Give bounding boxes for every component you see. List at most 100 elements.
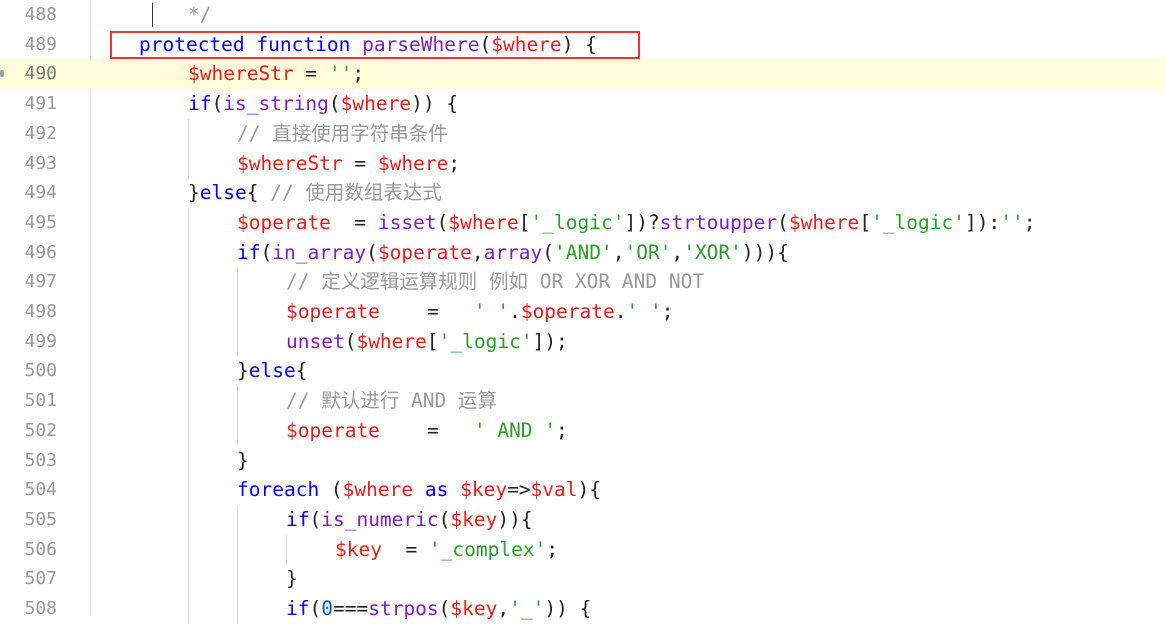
code-line[interactable]: 490 $whereStr = ''; <box>0 59 1165 90</box>
code-line[interactable]: 495 $operate = isset($where['_logic'])?st… <box>0 208 1165 238</box>
code-token: else <box>248 359 296 383</box>
code-text[interactable]: $whereStr = $where; <box>237 149 460 179</box>
code-text[interactable]: unset($where['_logic']); <box>286 327 568 357</box>
code-token: => <box>507 478 531 502</box>
code-line[interactable]: 488 */ <box>0 0 1165 30</box>
code-line[interactable]: 502 $operate = ' AND '; <box>0 416 1165 446</box>
code-token: $where <box>342 478 414 502</box>
code-token: )) { <box>411 92 459 116</box>
code-text[interactable]: */ <box>188 0 211 30</box>
code-token: is_string <box>223 92 329 116</box>
code-text[interactable]: // 默认进行 AND 运算 <box>286 386 497 416</box>
code-token: ( <box>260 240 273 264</box>
code-line[interactable]: 504 foreach ($where as $key=>$val){ <box>0 475 1165 505</box>
code-token: ( <box>777 210 789 234</box>
code-token: '' <box>1000 210 1024 234</box>
code-token: // 默认进行 AND 运算 <box>286 389 497 413</box>
code-text[interactable]: if(0===strpos($key,'_')) { <box>286 594 591 624</box>
code-line[interactable]: 503} <box>0 446 1165 476</box>
code-line[interactable]: 500}else{ <box>0 356 1165 386</box>
code-line[interactable]: 507} <box>0 564 1165 594</box>
code-token: if <box>286 597 310 620</box>
code-line[interactable]: 492 // 直接使用字符串条件 <box>0 119 1165 149</box>
code-token: if <box>286 507 310 531</box>
code-text[interactable]: $whereStr = ''; <box>188 59 365 90</box>
code-text[interactable]: $operate = isset($where['_logic'])?strto… <box>237 208 1035 238</box>
code-token: , <box>497 597 510 620</box>
indent-guide-line <box>237 504 238 624</box>
line-number: 491 <box>24 93 57 115</box>
code-token: else <box>199 181 247 205</box>
code-token: = <box>342 151 378 175</box>
code-token: = <box>330 210 378 234</box>
code-token: ])? <box>624 210 660 234</box>
code-token: ( <box>309 597 322 620</box>
code-token: is_numeric <box>321 507 439 531</box>
code-line[interactable]: 508 if(0===strpos($key,'_')) { <box>0 594 1165 624</box>
code-token: = <box>379 300 474 323</box>
code-token: { <box>246 181 271 205</box>
code-line[interactable]: 506 $key = '_complex'; <box>0 535 1165 565</box>
code-token: $where <box>788 210 860 234</box>
code-token: as <box>413 478 461 502</box>
code-line[interactable]: 494}else{ // 使用数组表达式 <box>0 178 1165 208</box>
code-token: $whereStr <box>188 62 294 86</box>
code-text[interactable]: if(in_array($operate,array('AND','OR','X… <box>237 238 789 268</box>
code-token: ))){ <box>741 240 789 264</box>
code-token: $whereStr <box>237 151 343 175</box>
code-line[interactable]: 493 $whereStr = $where; <box>0 149 1165 179</box>
code-token: ' ' <box>626 300 662 323</box>
code-line[interactable]: 499 unset($where['_logic']); <box>0 327 1165 357</box>
code-text[interactable]: $key = '_complex'; <box>335 535 558 565</box>
code-token: 0 <box>321 597 333 620</box>
code-token: $operate <box>286 300 380 323</box>
code-token: ( <box>344 329 357 353</box>
code-line[interactable]: 491 if(is_string($where)) { <box>0 89 1165 119</box>
code-line[interactable]: 501 // 默认进行 AND 运算 <box>0 386 1165 416</box>
code-text[interactable]: $operate = ' AND '; <box>286 416 568 446</box>
code-token: '_logic' <box>438 329 533 353</box>
code-token: '_complex' <box>428 537 547 561</box>
code-token: $operate <box>520 300 615 323</box>
code-text[interactable]: } <box>286 564 298 594</box>
line-number: 505 <box>24 508 57 530</box>
code-text[interactable]: if(is_string($where)) { <box>188 89 458 119</box>
function-signature-highlight <box>110 31 640 59</box>
line-number: 488 <box>24 4 57 25</box>
code-token: if <box>188 92 212 116</box>
code-text[interactable]: }else{ // 使用数组表达式 <box>188 178 442 208</box>
code-token: ( <box>211 92 224 116</box>
code-text[interactable]: if(is_numeric($key)){ <box>286 505 533 535</box>
code-text[interactable]: }else{ <box>237 356 307 386</box>
code-token: '_' <box>509 597 545 620</box>
code-token: $operate <box>377 240 472 264</box>
code-line[interactable]: 505 if(is_numeric($key)){ <box>0 505 1165 535</box>
code-token: $operate <box>286 418 380 442</box>
code-token: $key <box>460 478 508 502</box>
code-token: // 定义逻辑运算规则 例如 OR XOR AND NOT <box>286 270 705 294</box>
fold-marker-icon[interactable] <box>0 70 4 77</box>
code-token: ' ' <box>473 300 510 323</box>
code-token: } <box>188 181 200 205</box>
code-text[interactable]: // 直接使用字符串条件 <box>237 119 448 149</box>
indent-guide-line <box>237 267 238 357</box>
code-text[interactable]: foreach ($where as $key=>$val){ <box>237 475 601 505</box>
code-token: ( <box>438 507 451 531</box>
code-token: === <box>332 597 369 620</box>
code-line[interactable]: 496 if(in_array($operate,array('AND','OR'… <box>0 238 1165 268</box>
code-token: { <box>295 359 308 383</box>
code-token: 'XOR' <box>683 240 742 264</box>
code-token: // 使用数组表达式 <box>270 181 442 205</box>
code-text[interactable]: } <box>237 446 249 476</box>
code-token: } <box>286 567 298 591</box>
code-token: $where <box>448 210 519 234</box>
code-text[interactable]: $operate = ' '.$operate.' '; <box>286 297 673 327</box>
code-text[interactable]: // 定义逻辑运算规则 例如 OR XOR AND NOT <box>286 267 704 297</box>
code-token: $where <box>356 329 427 353</box>
line-number: 493 <box>24 152 57 174</box>
code-token: '_logic' <box>530 210 625 234</box>
code-editor[interactable]: 488 */489 protected function parseWhere($w… <box>0 0 1165 624</box>
code-line[interactable]: 498 $operate = ' '.$operate.' '; <box>0 297 1165 327</box>
code-line[interactable]: 497 // 定义逻辑运算规则 例如 OR XOR AND NOT <box>0 267 1165 297</box>
line-number: 506 <box>24 538 57 560</box>
